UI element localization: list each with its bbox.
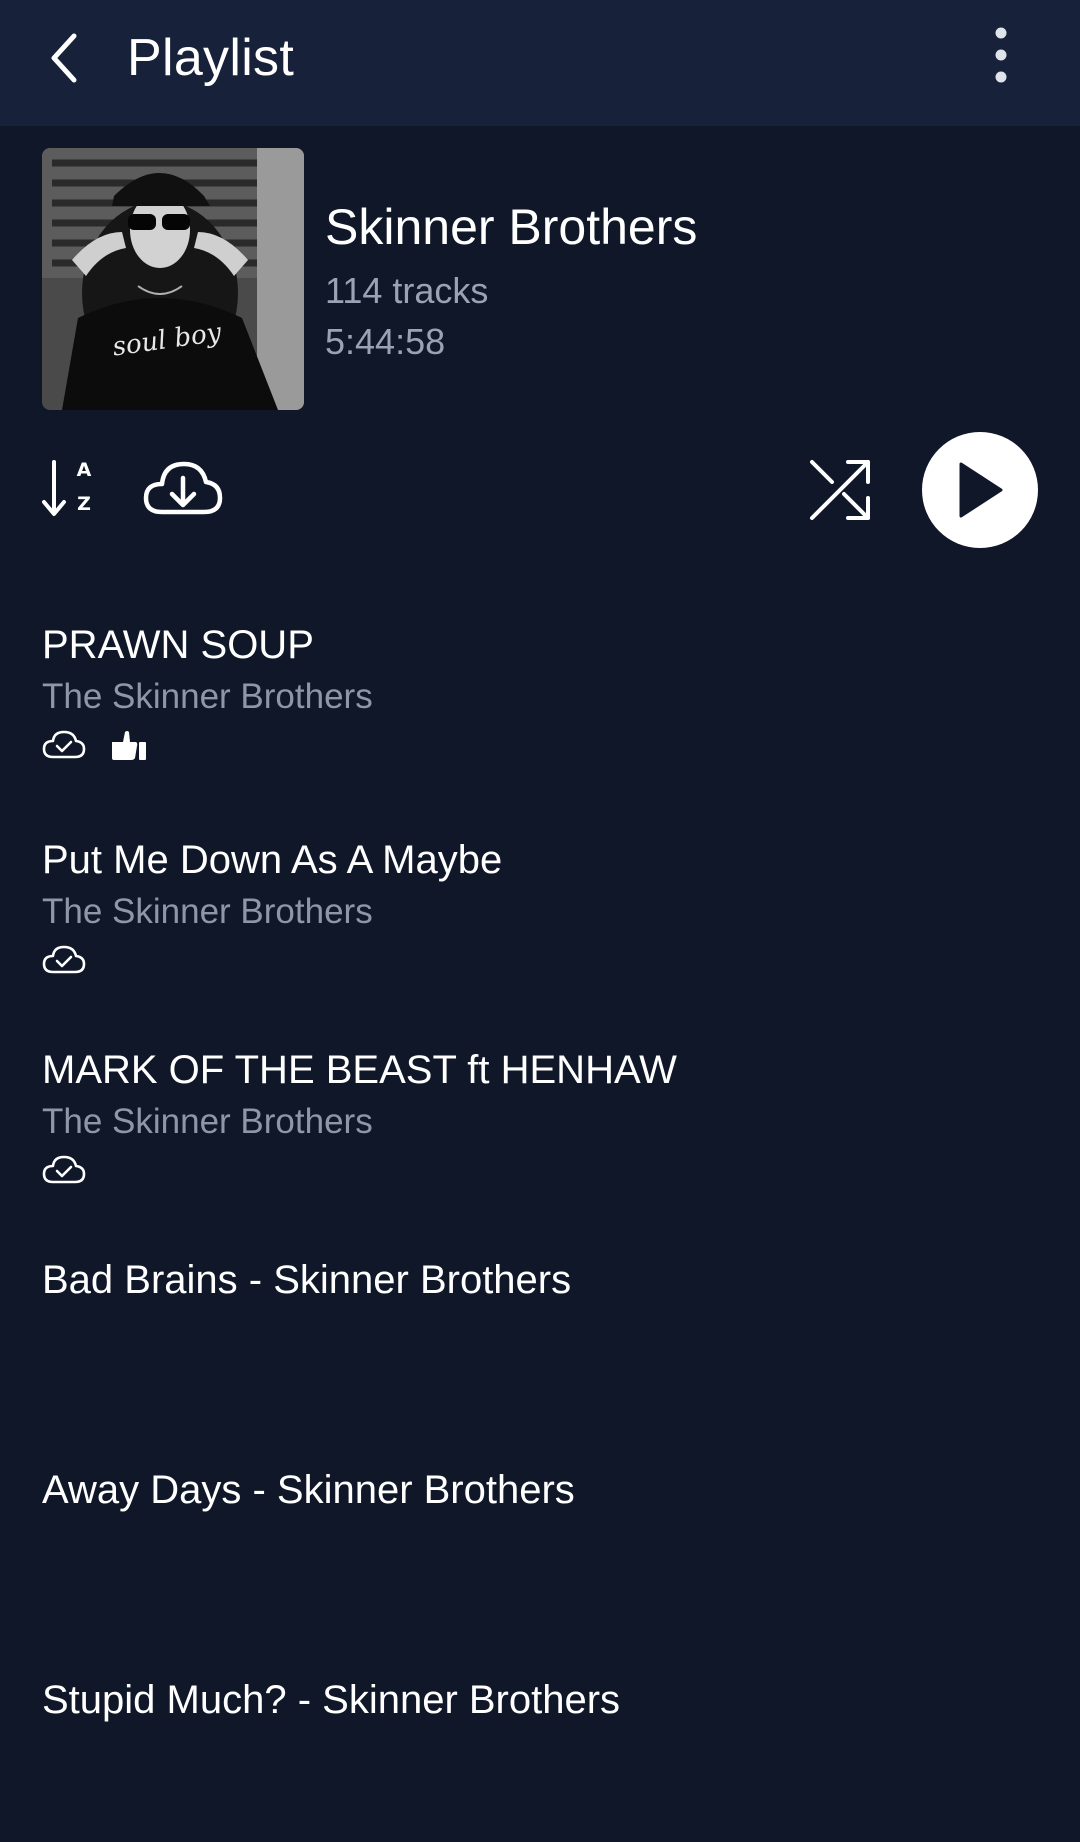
downloaded-cloud-check-icon	[42, 729, 86, 761]
track-artist: The Skinner Brothers	[42, 1102, 373, 1141]
track-item[interactable]: MARK OF THE BEAST ft HENHAW The Skinner …	[42, 1045, 1042, 1187]
more-vertical-icon	[995, 27, 1007, 83]
shuffle-icon	[810, 460, 870, 520]
svg-text:A: A	[77, 459, 92, 481]
downloaded-cloud-check-icon	[42, 1154, 86, 1186]
chevron-left-icon	[51, 33, 77, 83]
sort-az-icon: A Z	[42, 459, 92, 516]
track-badges	[42, 943, 1042, 977]
play-button[interactable]	[922, 432, 1038, 548]
track-title: Bad Brains - Skinner Brothers	[42, 1258, 572, 1302]
track-artist: The Skinner Brothers	[42, 892, 373, 931]
svg-text:Z: Z	[77, 493, 91, 515]
track-badges	[42, 1153, 1042, 1187]
track-count: 114 tracks	[325, 270, 489, 311]
track-title: PRAWN SOUP	[42, 623, 314, 667]
cloud-download-icon	[143, 461, 223, 515]
track-item[interactable]: Put Me Down As A Maybe The Skinner Broth…	[42, 835, 1042, 977]
playlist-cover-image: soul boy	[42, 148, 304, 410]
shuffle-button[interactable]	[804, 454, 876, 526]
track-title: Away Days - Skinner Brothers	[42, 1468, 575, 1512]
track-item[interactable]: PRAWN SOUP The Skinner Brothers	[42, 620, 1042, 762]
page-title: Playlist	[127, 29, 295, 87]
track-badges	[42, 728, 1042, 762]
download-button[interactable]	[142, 454, 224, 524]
app-bar: Playlist	[0, 0, 1080, 126]
sort-button[interactable]: A Z	[40, 454, 104, 524]
back-button[interactable]	[38, 26, 90, 90]
track-item[interactable]: Bad Brains - Skinner Brothers	[42, 1255, 1042, 1305]
playlist-duration: 5:44:58	[325, 321, 446, 362]
track-item[interactable]: Stupid Much? - Skinner Brothers	[42, 1675, 1042, 1725]
track-item[interactable]: Away Days - Skinner Brothers	[42, 1465, 1042, 1515]
track-title: Stupid Much? - Skinner Brothers	[42, 1678, 621, 1722]
play-icon	[959, 462, 1003, 518]
track-artist: The Skinner Brothers	[42, 677, 373, 716]
more-options-button[interactable]	[976, 22, 1026, 88]
downloaded-cloud-check-icon	[42, 944, 86, 976]
track-title: Put Me Down As A Maybe	[42, 838, 503, 882]
playlist-name: Skinner Brothers	[325, 199, 698, 255]
thumbs-up-icon	[110, 729, 148, 761]
track-title: MARK OF THE BEAST ft HENHAW	[42, 1048, 677, 1092]
